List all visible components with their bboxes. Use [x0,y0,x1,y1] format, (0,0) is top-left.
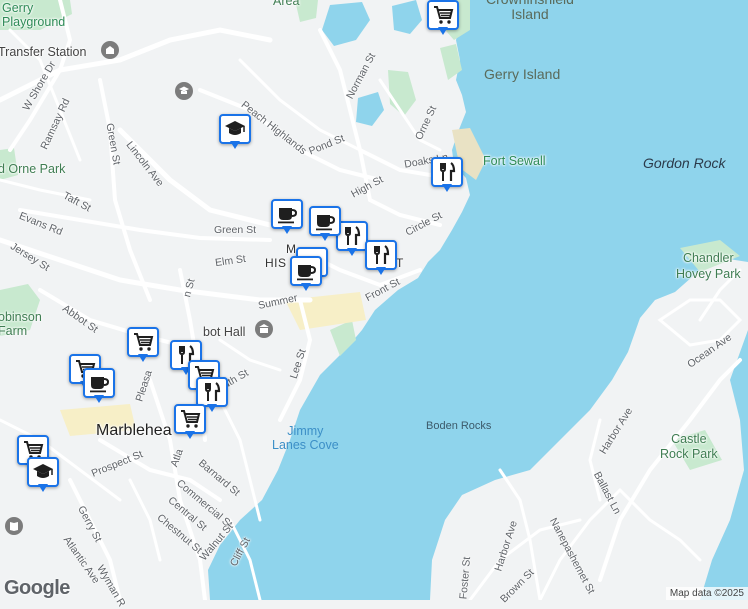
library-icon[interactable] [5,517,23,535]
historic-district-end-label: T [396,256,404,270]
cafe-marker[interactable] [271,199,303,235]
google-logo: Google [4,577,70,599]
gordon-rock-label: Gordon Rock [643,155,726,171]
museum-icon[interactable] [255,320,273,338]
chandler-hovey-park-label: Chandler Hovey Park [676,251,741,281]
restaurant-marker[interactable] [431,157,463,193]
castle-rock-park-label: Castle Rock Park [660,432,718,461]
map-attribution[interactable]: Map data ©2025 [665,587,748,600]
gerry-playground-label: Gerry Playground [2,1,66,29]
transfer-station-label: Transfer Station [0,45,87,59]
cafe-marker[interactable] [290,256,322,292]
m-label: M [286,242,297,256]
crowninshield-island-label: Crowninshield Island [486,0,574,22]
historic-district-label: HIS [265,256,287,270]
shopping-cart-marker[interactable] [174,404,206,440]
jimmy-lanes-cove-label: Jimmy Lanes Cove [272,424,339,452]
orne-park-label: d Orne Park [0,162,66,176]
cafe-marker[interactable] [309,206,341,242]
marblehead-label: Marbleheа [96,422,172,439]
fort-sewall-label: Fort Sewall [483,154,546,168]
restaurant-marker[interactable] [365,240,397,276]
area-label: Area [273,0,300,8]
school-marker[interactable] [219,114,251,150]
green-st-label: Green St [214,224,257,236]
transfer-station-icon[interactable] [101,41,119,59]
school-marker[interactable] [27,457,59,493]
shopping-cart-marker[interactable] [127,327,159,363]
cafe-marker[interactable] [83,368,115,404]
school-poi-icon[interactable] [175,82,193,100]
robinson-farm-label: obinson Farm [0,310,42,338]
boden-rocks-label: Boden Rocks [426,420,492,432]
abbot-hall-label: bot Hall [203,325,246,339]
gerry-island-label: Gerry Island [484,66,561,82]
shopping-cart-marker[interactable] [427,0,459,36]
